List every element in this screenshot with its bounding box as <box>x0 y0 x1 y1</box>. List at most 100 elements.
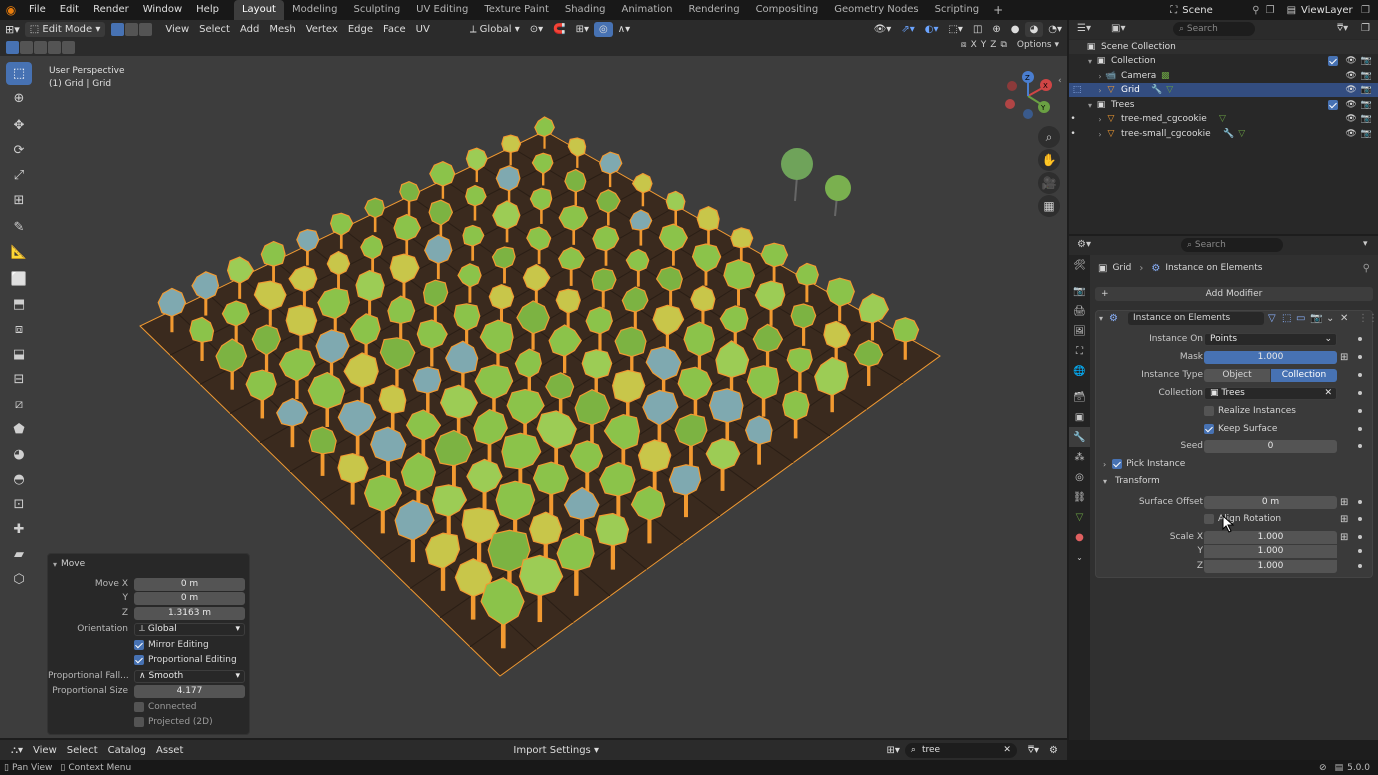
constraints-tab-icon[interactable]: ⛓ <box>1069 487 1090 507</box>
eye-icon[interactable]: 👁 <box>1345 85 1356 95</box>
realize-instances-checkbox[interactable]: Realize Instances <box>1090 404 1378 418</box>
snap-icon[interactable]: 🧲 <box>548 22 570 37</box>
clear-icon[interactable]: ✕ <box>1324 388 1332 399</box>
tab-texture-paint[interactable]: Texture Paint <box>476 0 557 20</box>
smooth-icon[interactable]: ◓ <box>6 468 32 491</box>
material-tab-icon[interactable]: ● <box>1069 527 1090 547</box>
editor-type-icon[interactable]: ⚙▾ <box>1077 239 1091 250</box>
camera-render-icon[interactable]: 📷 <box>1361 114 1372 124</box>
move-z-field[interactable]: 1.3163 m <box>134 606 245 620</box>
scale-y-field[interactable]: 1.000 <box>1204 544 1337 558</box>
mirror-icon[interactable]: ⧈ <box>961 40 967 50</box>
edit-mode-icon[interactable]: ⬚ <box>1069 85 1085 95</box>
eye-icon[interactable]: 👁 <box>1345 71 1356 81</box>
camera-view-icon[interactable]: 🎥 <box>1038 172 1060 194</box>
edit-mode-toggle-icon[interactable]: ⬚ <box>1282 313 1291 324</box>
keep-surface-checkbox[interactable]: Keep Surface <box>1090 422 1378 436</box>
tab-scripting[interactable]: Scripting <box>927 0 987 20</box>
vertex-select-icon[interactable] <box>111 23 125 36</box>
object-tab-icon[interactable]: ▣ <box>1069 407 1090 427</box>
measure-icon[interactable]: 📐 <box>6 241 32 264</box>
filter-icon[interactable]: ⩢▾ <box>1337 23 1348 34</box>
seed-field[interactable]: 0 <box>1204 439 1337 453</box>
knife-icon[interactable]: ⧄ <box>6 393 32 416</box>
tab-modeling[interactable]: Modeling <box>284 0 346 20</box>
rotate-icon[interactable]: ⟳ <box>6 139 32 162</box>
filter-icon[interactable]: ⩢▾ <box>1023 743 1044 758</box>
menu-edit[interactable]: Edit <box>53 0 86 20</box>
instance-type-collection-button[interactable]: Collection <box>1271 368 1337 382</box>
tab-shading[interactable]: Shading <box>557 0 614 20</box>
loop-cut-icon[interactable]: ⊟ <box>6 368 32 391</box>
move-y-field[interactable]: 0 m <box>134 591 245 605</box>
collection-tab-icon[interactable]: 🗃 <box>1069 387 1090 407</box>
falloff-dropdown[interactable]: ∧ Smooth ▾ <box>134 669 245 683</box>
menu-render[interactable]: Render <box>86 0 136 20</box>
import-settings-dropdown[interactable]: Import Settings ▾ <box>508 743 604 758</box>
menu-vertex[interactable]: Vertex <box>301 22 343 37</box>
transform-panel[interactable]: ▾ Transform <box>1090 474 1378 488</box>
cursor-icon[interactable]: ⊕ <box>6 87 32 110</box>
modifier-tab-icon[interactable]: 🔧 <box>1069 427 1090 447</box>
wireframe-shading-icon[interactable]: ⊕ <box>987 22 1005 37</box>
surface-offset-field[interactable]: 0 m <box>1204 495 1337 509</box>
ortho-toggle-icon[interactable]: ▦ <box>1038 195 1060 217</box>
settings-gear-icon[interactable]: ⚙ <box>1044 743 1063 758</box>
move-panel-header[interactable]: ▾ Move <box>48 557 251 571</box>
bevel-icon[interactable]: ⬓ <box>6 343 32 366</box>
navigation-gizmo[interactable]: X Y Z <box>1000 66 1060 126</box>
data-tab-icon[interactable]: ▽ <box>1069 507 1090 527</box>
camera-render-icon[interactable]: 📷 <box>1361 56 1372 66</box>
outliner-item-tree-small[interactable]: • › ▽ tree-small_cgcookie 🔧 ▽ 👁 📷 <box>1069 127 1378 141</box>
outliner-item-camera[interactable]: › 📹 Camera ▩ 👁 📷 <box>1069 69 1378 83</box>
camera-render-icon[interactable]: 📷 <box>1361 100 1372 110</box>
render-tab-icon[interactable]: 📷 <box>1069 281 1090 301</box>
tab-compositing[interactable]: Compositing <box>748 0 827 20</box>
attribute-toggle-icon[interactable]: ⊞ <box>1340 497 1348 508</box>
eye-icon[interactable]: 👁 <box>1345 129 1356 139</box>
axis-x-toggle[interactable]: X <box>971 40 977 50</box>
attribute-toggle-icon[interactable]: ⊞ <box>1340 352 1348 363</box>
scale-z-field[interactable]: 1.000 <box>1204 559 1337 573</box>
scene-tab-icon[interactable]: ⛶ <box>1069 341 1090 361</box>
new-collection-icon[interactable]: ❐ <box>1361 23 1370 34</box>
edge-select-icon[interactable] <box>125 23 139 36</box>
new-scene-icon[interactable]: ❐ <box>1266 5 1275 16</box>
visibility-icon[interactable]: 👁▾ <box>869 22 897 37</box>
tab-layout[interactable]: Layout <box>233 0 284 20</box>
collection-checkbox[interactable] <box>1328 56 1339 66</box>
rip-region-icon[interactable]: ⬡ <box>6 568 32 591</box>
world-tab-icon[interactable]: 🌐 <box>1069 361 1090 381</box>
transform-orientation-dropdown[interactable]: ⟂ Global ▾ <box>465 22 525 37</box>
asset-search-input[interactable]: ⌕ tree ✕ <box>904 742 1017 758</box>
menu-view[interactable]: View <box>28 743 62 758</box>
attribute-toggle-icon[interactable]: ⊞ <box>1340 532 1348 543</box>
pin-icon[interactable]: ⚲ <box>1363 263 1370 274</box>
on-cage-icon[interactable]: ▽ <box>1268 313 1276 324</box>
display-mode-icon[interactable]: ⊞▾ <box>882 743 905 758</box>
menu-catalog[interactable]: Catalog <box>103 743 151 758</box>
select-mode-icons[interactable] <box>6 41 75 54</box>
physics-tab-icon[interactable]: ◎ <box>1069 467 1090 487</box>
camera-render-icon[interactable]: 📷 <box>1361 129 1372 139</box>
modifier-name-field[interactable]: Instance on Elements <box>1128 311 1264 325</box>
face-select-icon[interactable] <box>139 23 153 36</box>
menu-face[interactable]: Face <box>378 22 411 37</box>
menu-select[interactable]: Select <box>194 22 235 37</box>
instance-on-dropdown[interactable]: Points ⌄ <box>1204 332 1337 346</box>
pan-hand-icon[interactable]: ✋ <box>1038 149 1060 171</box>
instance-type-object-button[interactable]: Object <box>1204 368 1270 382</box>
add-modifier-button[interactable]: + Add Modifier <box>1095 287 1373 301</box>
gizmo-icon[interactable]: ⇗▾ <box>896 22 919 37</box>
mode-dropdown[interactable]: ⬚ Edit Mode ▾ <box>24 22 106 37</box>
eye-icon[interactable]: 👁 <box>1345 114 1356 124</box>
inset-icon[interactable]: ⧈ <box>6 318 32 341</box>
move-x-field[interactable]: 0 m <box>134 577 245 591</box>
camera-render-icon[interactable]: 📷 <box>1361 71 1372 81</box>
snap-target-icon[interactable]: ⊞▾ <box>571 22 594 37</box>
material-shading-icon[interactable]: ◕ <box>1024 22 1044 37</box>
menu-add[interactable]: Add <box>235 22 264 37</box>
extrude-icon[interactable]: ⬒ <box>6 293 32 316</box>
blender-logo-icon[interactable]: ◉ <box>0 3 22 17</box>
editor-type-icon[interactable]: ⊞▾ <box>0 22 25 37</box>
